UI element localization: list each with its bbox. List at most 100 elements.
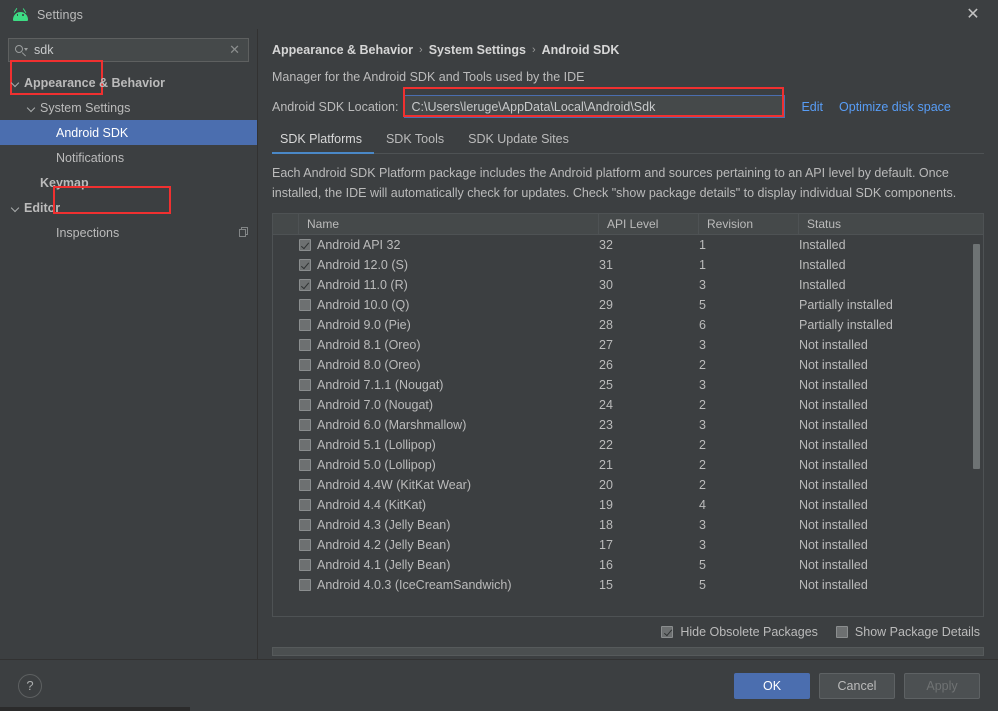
breadcrumb-item-1[interactable]: System Settings [429, 43, 526, 57]
table-row[interactable]: Android 12.0 (S) 31 1 Installed [273, 255, 983, 275]
horizontal-scrollbar[interactable] [272, 647, 984, 656]
sidebar-item-notifications[interactable]: Notifications [0, 145, 257, 170]
close-icon[interactable]: ✕ [962, 4, 984, 26]
tab-sdk-update-sites[interactable]: SDK Update Sites [456, 132, 581, 153]
settings-sidebar: ✕ Appearance & Behavior System Settings … [0, 29, 258, 659]
copy-icon[interactable] [238, 227, 249, 238]
cell-status: Installed [799, 238, 846, 252]
column-header-name[interactable]: Name [299, 214, 599, 234]
sdk-location-row: Android SDK Location: Edit Optimize disk… [272, 84, 984, 118]
cell-api-level: 29 [599, 298, 613, 312]
scrollbar-thumb[interactable] [973, 244, 980, 469]
package-checkbox[interactable] [299, 339, 311, 351]
optimize-disk-space-link[interactable]: Optimize disk space [839, 100, 951, 114]
hide-obsolete-packages-checkbox[interactable] [661, 626, 674, 638]
table-row[interactable]: Android 5.0 (Lollipop) 21 2 Not installed [273, 455, 983, 475]
package-checkbox[interactable] [299, 519, 311, 531]
table-row[interactable]: Android 9.0 (Pie) 28 6 Partially installed [273, 315, 983, 335]
table-row[interactable]: Android 4.4 (KitKat) 19 4 Not installed [273, 495, 983, 515]
sidebar-item-android-sdk[interactable]: Android SDK [0, 120, 257, 145]
show-package-details-checkbox[interactable] [835, 626, 848, 638]
table-row[interactable]: Android 7.1.1 (Nougat) 25 3 Not installed [273, 375, 983, 395]
package-checkbox[interactable] [299, 359, 311, 371]
column-header-api-level[interactable]: API Level [599, 214, 699, 234]
hide-obsolete-packages-label: Hide Obsolete Packages [680, 625, 818, 639]
sidebar-item-editor[interactable]: Editor [0, 195, 257, 220]
apply-button[interactable]: Apply [904, 672, 980, 699]
package-checkbox[interactable] [299, 479, 311, 491]
help-button[interactable]: ? [18, 673, 42, 698]
cancel-button[interactable]: Cancel [819, 672, 895, 699]
package-checkbox[interactable] [299, 319, 311, 331]
cell-api-level: 20 [599, 478, 613, 492]
cell-name: Android 6.0 (Marshmallow) [299, 415, 599, 435]
package-checkbox[interactable] [299, 579, 311, 591]
sdk-location-input[interactable] [411, 99, 779, 114]
package-checkbox[interactable] [299, 379, 311, 391]
row-spacer [273, 555, 299, 575]
tab-sdk-tools[interactable]: SDK Tools [374, 132, 456, 153]
table-row[interactable]: Android 5.1 (Lollipop) 22 2 Not installed [273, 435, 983, 455]
package-checkbox[interactable] [299, 499, 311, 511]
chevron-down-icon[interactable] [26, 102, 37, 113]
search-box[interactable]: ✕ [8, 38, 249, 62]
table-vertical-scrollbar[interactable] [971, 236, 982, 615]
table-row[interactable]: Android 4.4W (KitKat Wear) 20 2 Not install… [273, 475, 983, 495]
row-spacer [273, 375, 299, 395]
package-checkbox[interactable] [299, 399, 311, 411]
column-header-revision[interactable]: Revision [699, 214, 799, 234]
table-row[interactable]: Android 4.0.3 (IceCreamSandwich) 15 5 Not i… [273, 575, 983, 595]
sidebar-item-label: Editor [24, 200, 61, 215]
package-checkbox[interactable] [299, 299, 311, 311]
chevron-placeholder-icon [26, 177, 37, 188]
package-checkbox[interactable] [299, 279, 311, 291]
breadcrumb-separator: › [419, 44, 423, 56]
table-row[interactable]: Android API 32 32 1 Installed [273, 235, 983, 255]
sidebar-item-inspections[interactable]: Inspections [0, 220, 257, 245]
table-row[interactable]: Android 4.2 (Jelly Bean) 17 3 Not installed [273, 535, 983, 555]
package-name-label: Android 9.0 (Pie) [317, 318, 411, 332]
hide-obsolete-packages-option[interactable]: Hide Obsolete Packages [661, 625, 818, 639]
table-row[interactable]: Android 6.0 (Marshmallow) 23 3 Not installe… [273, 415, 983, 435]
table-row[interactable]: Android 10.0 (Q) 29 5 Partially installed [273, 295, 983, 315]
sidebar-item-label: Keymap [40, 175, 89, 190]
chevron-down-icon[interactable] [10, 77, 21, 88]
search-input[interactable] [29, 43, 226, 57]
cell-name: Android 9.0 (Pie) [299, 315, 599, 335]
cell-api-level: 22 [599, 438, 613, 452]
cell-name: Android 5.1 (Lollipop) [299, 435, 599, 455]
tab-sdk-platforms[interactable]: SDK Platforms [272, 132, 374, 154]
cell-api-level: 26 [599, 358, 613, 372]
table-row[interactable]: Android 4.1 (Jelly Bean) 16 5 Not installed [273, 555, 983, 575]
sidebar-item-appearance-behavior[interactable]: Appearance & Behavior [0, 70, 257, 95]
package-checkbox[interactable] [299, 559, 311, 571]
table-row[interactable]: Android 8.1 (Oreo) 27 3 Not installed [273, 335, 983, 355]
sdk-location-field[interactable] [404, 95, 786, 118]
breadcrumb-item-0[interactable]: Appearance & Behavior [272, 43, 413, 57]
package-checkbox[interactable] [299, 239, 311, 251]
chevron-down-icon[interactable] [10, 202, 21, 213]
package-checkbox[interactable] [299, 459, 311, 471]
table-row[interactable]: Android 7.0 (Nougat) 24 2 Not installed [273, 395, 983, 415]
package-checkbox[interactable] [299, 439, 311, 451]
package-checkbox[interactable] [299, 419, 311, 431]
package-checkbox[interactable] [299, 539, 311, 551]
edit-link[interactable]: Edit [801, 100, 823, 114]
table-row[interactable]: Android 4.3 (Jelly Bean) 18 3 Not installed [273, 515, 983, 535]
show-package-details-option[interactable]: Show Package Details [835, 625, 980, 639]
cell-api-level: 24 [599, 398, 613, 412]
sidebar-item-keymap[interactable]: Keymap [0, 170, 257, 195]
table-row[interactable]: Android 8.0 (Oreo) 26 2 Not installed [273, 355, 983, 375]
table-row[interactable]: Android 11.0 (R) 30 3 Installed [273, 275, 983, 295]
row-spacer [273, 535, 299, 555]
cell-name: Android 4.4 (KitKat) [299, 495, 599, 515]
clear-icon[interactable]: ✕ [225, 42, 244, 58]
sidebar-item-system-settings[interactable]: System Settings [0, 95, 257, 120]
cell-status: Not installed [799, 438, 868, 452]
platforms-description: Each Android SDK Platform package includ… [272, 166, 957, 200]
breadcrumb-item-2[interactable]: Android SDK [542, 43, 620, 57]
row-spacer [273, 355, 299, 375]
package-checkbox[interactable] [299, 259, 311, 271]
ok-button[interactable]: OK [734, 672, 810, 699]
column-header-status[interactable]: Status [799, 214, 983, 234]
